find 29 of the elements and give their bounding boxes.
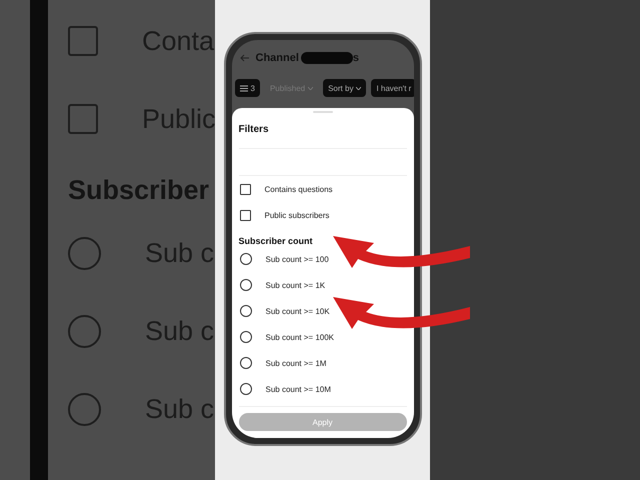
caret-icon xyxy=(356,86,362,90)
radio-label: Sub count >= 100K xyxy=(266,332,334,342)
radio-button[interactable] xyxy=(240,383,252,395)
page-title: Channel xyxy=(256,52,299,64)
radio-label: Sub count >= 10K xyxy=(266,306,330,316)
caret-icon xyxy=(308,86,314,90)
radio-label: Sub count >= 10M xyxy=(266,384,331,394)
checkbox-label: Contains questions xyxy=(264,184,333,194)
radio-label: Sub count >= 1M xyxy=(266,358,326,368)
section-heading: Subscriber xyxy=(68,174,210,206)
filter-chip[interactable]: 3 xyxy=(234,79,260,97)
radio-label: Sub count >= 1K xyxy=(266,280,326,290)
camera-notch xyxy=(300,52,353,64)
filter-icon xyxy=(240,84,248,92)
radio-button[interactable] xyxy=(240,357,252,369)
section-heading: Subscriber count xyxy=(238,235,314,246)
radio-button[interactable] xyxy=(240,305,252,317)
radio-button[interactable] xyxy=(240,279,252,291)
checkbox-label: Public subscribers xyxy=(264,210,330,220)
filter-chip[interactable]: I haven't r xyxy=(371,79,414,97)
checkbox[interactable] xyxy=(240,210,250,220)
filter-chip[interactable]: Sort by xyxy=(323,79,366,97)
drag-handle[interactable] xyxy=(312,111,332,113)
sheet-title: Filters xyxy=(238,124,270,137)
checkbox[interactable] xyxy=(240,184,250,194)
radio-label: Sub count >= 100 xyxy=(266,254,329,264)
radio-button[interactable] xyxy=(240,253,252,265)
page-title: s xyxy=(352,52,360,64)
radio-button[interactable] xyxy=(240,331,252,343)
